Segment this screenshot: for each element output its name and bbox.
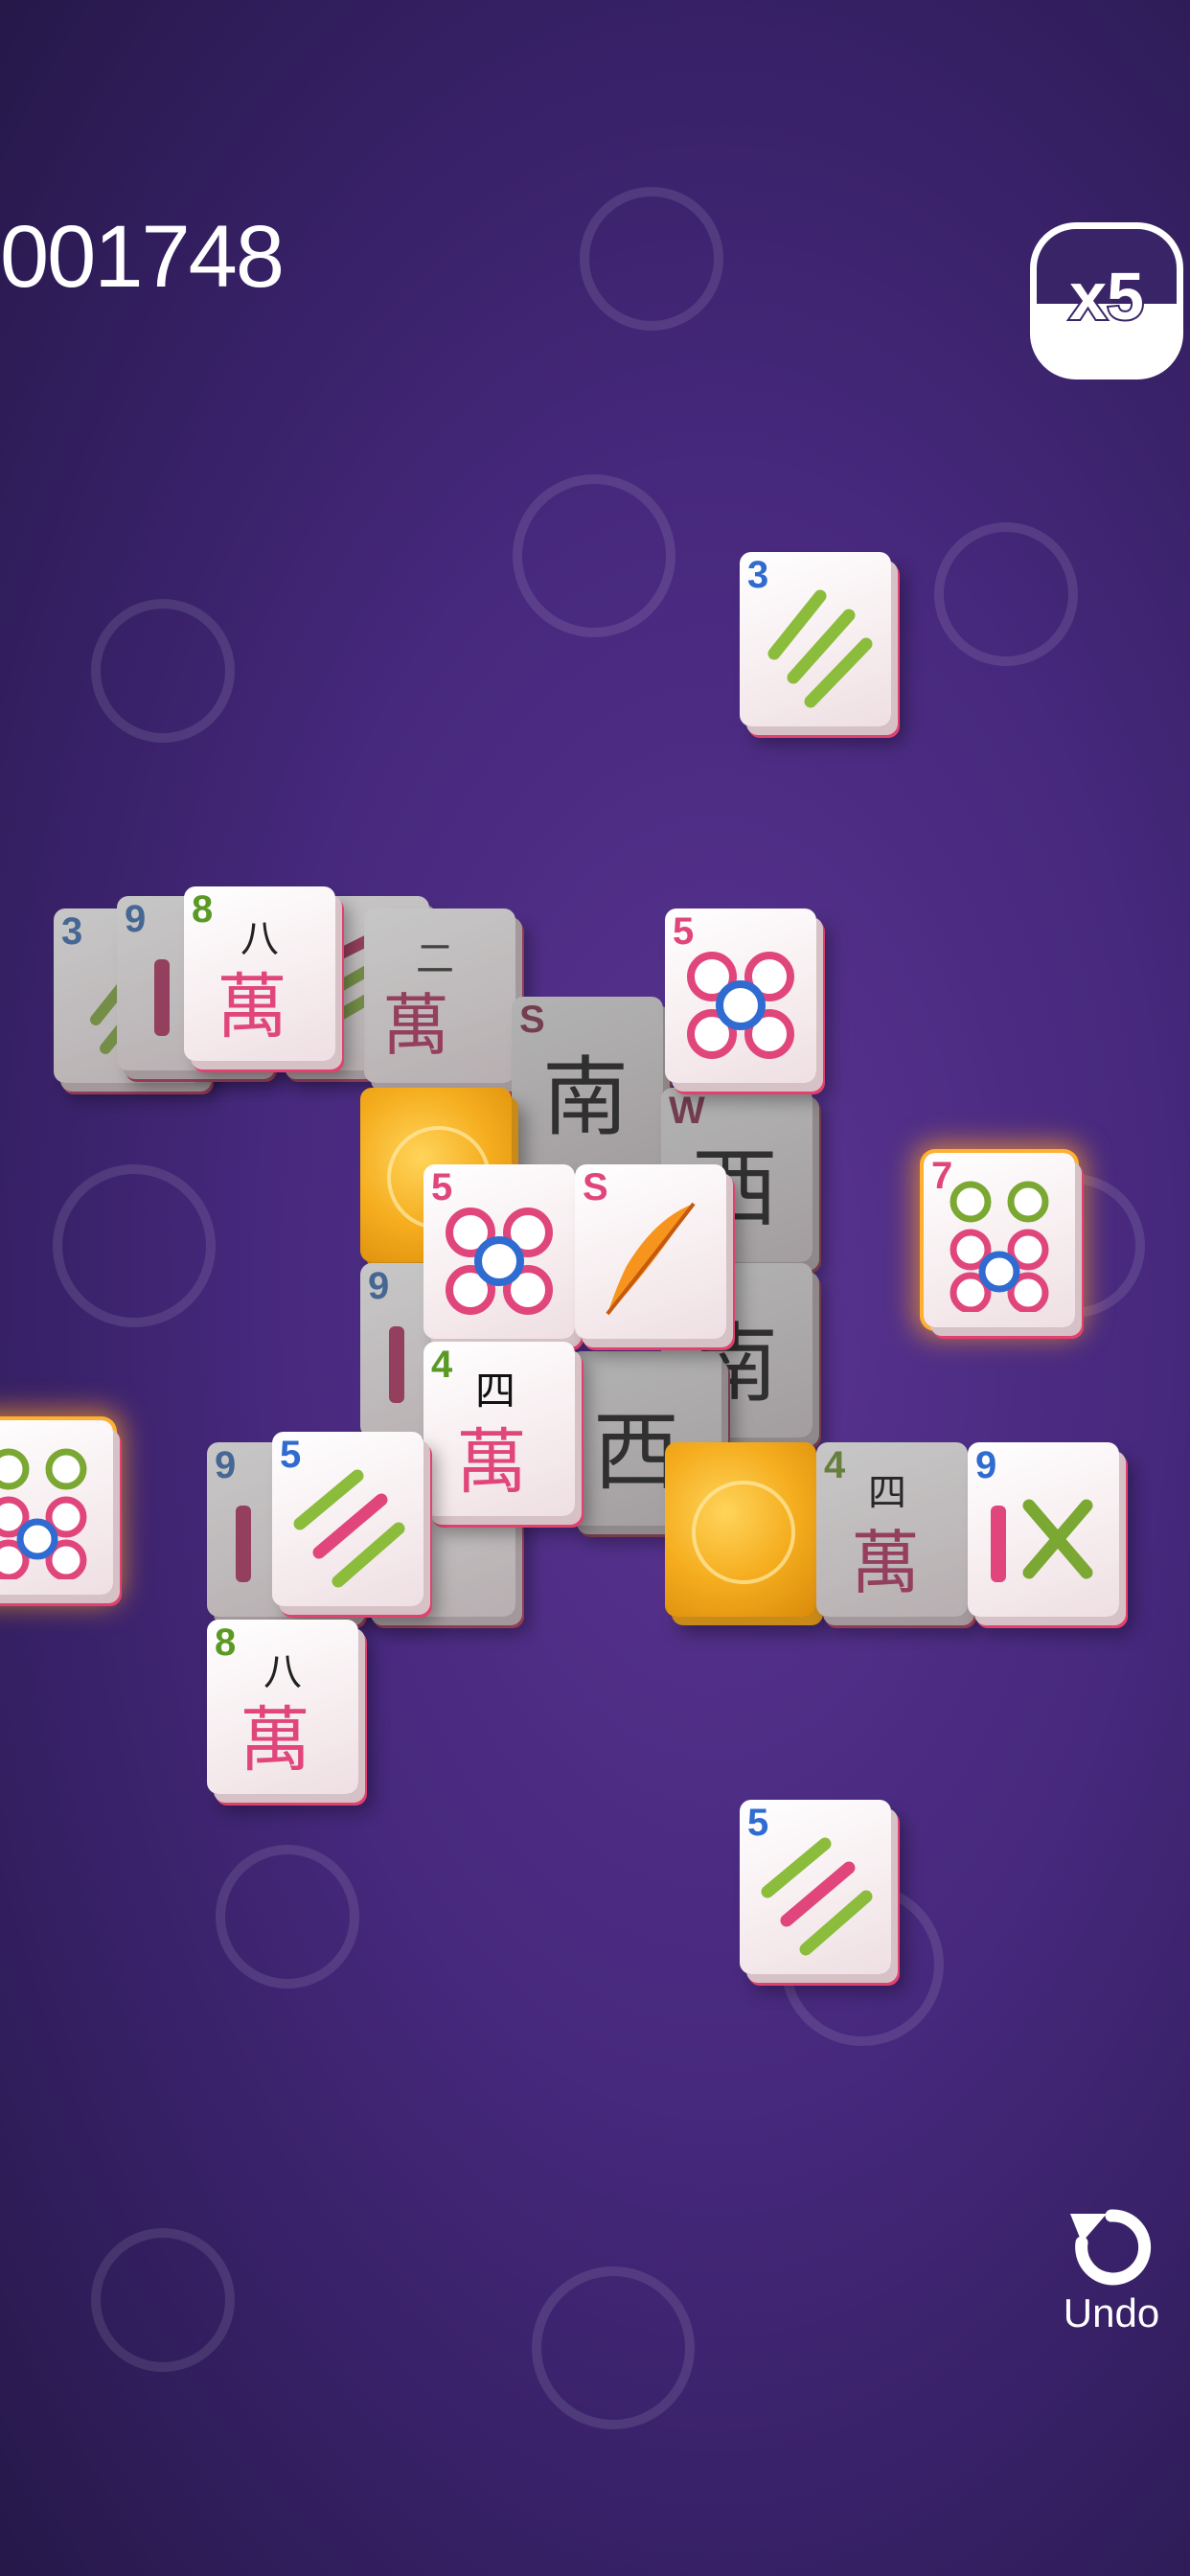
circle-flower-icon: [950, 1181, 1049, 1312]
undo-button[interactable]: Undo: [1054, 2204, 1169, 2336]
mahjong-tile[interactable]: 9: [968, 1442, 1119, 1617]
bamboo-icon: [293, 1469, 405, 1588]
feather-icon: [606, 1202, 696, 1316]
mahjong-tile[interactable]: 8 八 萬: [207, 1620, 358, 1794]
mahjong-tile-highlighted[interactable]: 7: [924, 1153, 1075, 1327]
mahjong-tile[interactable]: 4 四 萬: [816, 1442, 968, 1617]
score-counter: 001748: [0, 208, 285, 306]
undo-label: Undo: [1063, 2290, 1160, 2335]
svg-text:四: 四: [868, 1471, 906, 1515]
combo-multiplier-badge: x5: [1030, 222, 1183, 380]
svg-text:八: 八: [263, 1650, 302, 1694]
svg-text:八: 八: [240, 917, 279, 961]
mahjong-tile[interactable]: 5: [740, 1800, 891, 1974]
character-icon: 四 萬: [456, 1368, 527, 1501]
svg-text:萬: 萬: [240, 1699, 310, 1779]
character-icon: 八 萬: [217, 917, 287, 1046]
circle-flower-icon: [0, 1448, 87, 1579]
svg-text:二: 二: [416, 937, 454, 981]
multiplier-label: x5: [1067, 257, 1146, 335]
mahjong-tile[interactable]: 5: [665, 908, 816, 1083]
circle-flower-icon: [446, 1208, 553, 1315]
mahjong-tile[interactable]: 4 四 萬: [423, 1342, 575, 1516]
mahjong-tile[interactable]: 8 八 萬: [184, 886, 335, 1061]
character-icon: 二 萬: [382, 937, 454, 1065]
gold-tile[interactable]: [665, 1442, 816, 1617]
mahjong-tile[interactable]: S: [575, 1164, 726, 1339]
bamboo-icon: [767, 589, 873, 708]
character-icon: 四 萬: [851, 1471, 920, 1601]
south-wind-icon: 南: [542, 1047, 629, 1148]
bamboo-icon: [991, 1499, 1093, 1582]
circle-flower-icon: [687, 952, 794, 1059]
mahjong-tile[interactable]: 3: [740, 552, 891, 726]
svg-text:萬: 萬: [851, 1523, 920, 1601]
mahjong-tile[interactable]: 5: [423, 1164, 575, 1339]
svg-text:萬: 萬: [217, 966, 287, 1046]
undo-icon: [1070, 2209, 1152, 2286]
bamboo-icon: [761, 1837, 873, 1956]
svg-text:四: 四: [475, 1368, 515, 1414]
character-icon: 八 萬: [240, 1650, 310, 1779]
svg-text:萬: 萬: [382, 986, 449, 1065]
mahjong-tile[interactable]: 二 萬: [364, 908, 515, 1083]
svg-text:萬: 萬: [456, 1421, 527, 1501]
mahjong-tile-highlighted[interactable]: [0, 1420, 113, 1595]
mahjong-tile[interactable]: S 南: [512, 997, 663, 1171]
svg-text:南: 南: [542, 1047, 629, 1148]
mahjong-tile[interactable]: 5: [272, 1432, 423, 1606]
